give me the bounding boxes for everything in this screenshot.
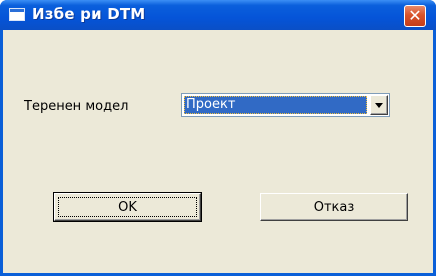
title-bar[interactable]: Избе ри DTM ✕ (0, 0, 436, 30)
window-icon (9, 8, 25, 21)
close-button[interactable]: ✕ (404, 5, 426, 27)
terrain-model-selected-value[interactable]: Проект (184, 96, 367, 114)
terrain-model-select[interactable]: Проект (181, 93, 390, 117)
close-icon: ✕ (408, 6, 422, 25)
dialog-window: Избе ри DTM ✕ Теренен модел Проект OK От… (0, 0, 436, 276)
ok-button[interactable]: OK (53, 192, 202, 222)
terrain-model-label: Теренен модел (24, 99, 129, 114)
cancel-button[interactable]: Отказ (260, 193, 408, 221)
window-title: Избе ри DTM (32, 5, 146, 23)
cancel-button-label: Отказ (313, 199, 355, 215)
focus-rectangle (58, 197, 197, 217)
chevron-down-icon[interactable] (370, 95, 388, 115)
dialog-body: Теренен модел Проект OK Отказ (3, 30, 433, 273)
